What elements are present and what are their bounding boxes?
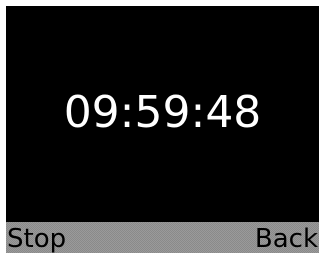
softkey-bar: Stop Back bbox=[6, 222, 319, 253]
countdown-timer: 09:59:48 bbox=[63, 87, 262, 138]
phone-screen: 09:59:48 Stop Back bbox=[6, 6, 319, 253]
timer-display-area: 09:59:48 bbox=[6, 6, 319, 222]
stop-softkey[interactable]: Stop bbox=[7, 225, 66, 253]
back-softkey[interactable]: Back bbox=[255, 225, 318, 253]
